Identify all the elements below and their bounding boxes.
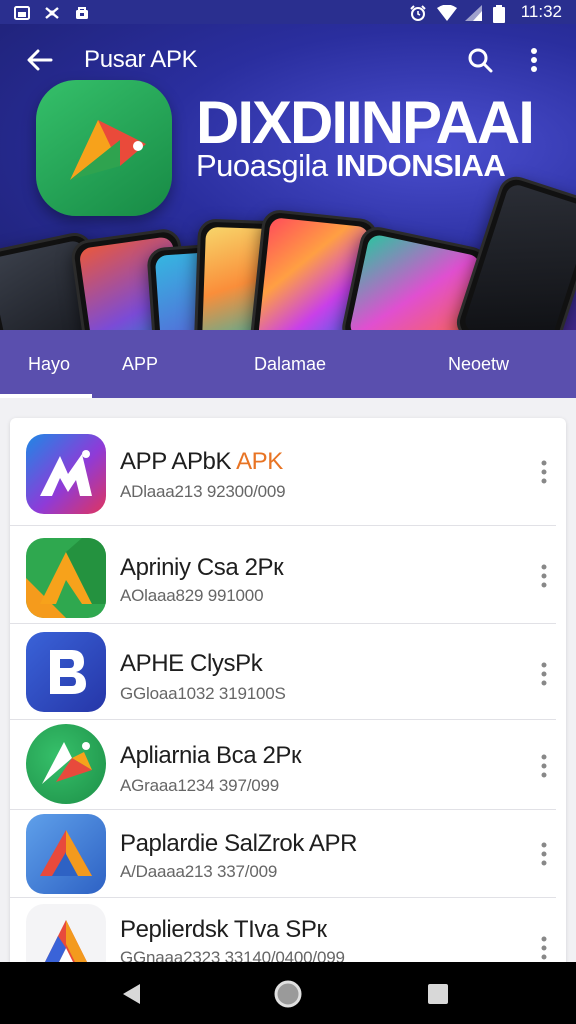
app-a-icon (26, 434, 106, 514)
bag-icon (74, 5, 90, 19)
tab-dalamae[interactable]: Dalamae (254, 330, 326, 398)
tab-hayo[interactable]: Hayo (28, 330, 70, 398)
more-vert-icon[interactable] (530, 556, 558, 596)
app-delta-icon (26, 814, 106, 894)
app-bar: Pusar APK (0, 24, 576, 96)
tab-neoetw[interactable]: Neoetw (448, 330, 509, 398)
tab-indicator (0, 394, 92, 398)
app-name: Paplardie SalZrok APR (120, 830, 358, 857)
app-title: Pusar APK (84, 46, 198, 73)
app-triangle-icon (26, 538, 106, 618)
wifi-icon (436, 4, 457, 21)
app-b-icon (26, 632, 106, 712)
status-right-icons: 11:32 (409, 2, 562, 23)
list-item[interactable]: Apliarnia Bca 2Pк AGraaa1234 397/099 (10, 720, 566, 810)
list-item[interactable]: APP APbK APK ADlaaa213 92300/009 (10, 418, 566, 526)
hero-subline-bold: INDONSIAA (335, 148, 506, 183)
hero-banner: Pusar APK DIXDIINPAAI Puoasgila INDONSIA… (0, 24, 576, 330)
app-meta: A/Daaaa213 337/009 (120, 862, 278, 881)
alarm-icon (409, 5, 426, 21)
tab-bar: Hayo APP Dalamae Neoetw (0, 330, 576, 398)
more-vert-icon[interactable] (530, 834, 558, 874)
settings-icon (44, 5, 60, 19)
more-vert-icon[interactable] (512, 38, 556, 82)
app-meta: ADlaaa213 92300/009 (120, 482, 286, 501)
tab-label: Dalamae (254, 353, 327, 374)
list-item[interactable]: Paplardie SalZrok APR A/Daaaa213 337/009 (10, 810, 566, 898)
status-bar: 11:32 (0, 0, 576, 24)
status-time: 11:32 (520, 2, 562, 21)
home-circle-icon[interactable] (266, 972, 310, 1016)
image-icon (14, 5, 30, 20)
back-arrow-icon[interactable] (20, 40, 60, 80)
more-vert-icon[interactable] (530, 654, 558, 694)
app-arrow-icon (26, 724, 106, 804)
hero-subline-prefix: Puoasgila (196, 148, 328, 183)
more-vert-icon[interactable] (530, 452, 558, 492)
app-list: APP APbK APK ADlaaa213 92300/009 Apriniy… (10, 418, 566, 978)
app-meta: AGraaa1234 397/099 (120, 776, 279, 795)
hero-headline: DIXDIINPAAI (196, 89, 535, 156)
list-item[interactable]: APHE ClysPk GGloaa1032 319100S (10, 624, 566, 720)
recents-square-icon[interactable] (416, 972, 460, 1016)
signal-icon (464, 5, 482, 21)
hero-subline: Puoasgila INDONSIAA (196, 148, 506, 184)
app-name-accent: APK (236, 448, 283, 475)
tab-app[interactable]: APP (122, 330, 158, 398)
search-icon[interactable] (458, 38, 502, 82)
app-name: APHE ClysPk (120, 650, 263, 677)
tab-label: Hayo (28, 353, 71, 374)
system-nav-bar (0, 962, 576, 1024)
tab-label: Neoetw (448, 353, 510, 374)
app-name: APP APbK APK (120, 448, 283, 476)
list-item[interactable]: Apriniy Csa 2Pк AOlaaa829 991000 (10, 526, 566, 624)
tab-label: APP (122, 353, 159, 374)
app-name-main: APP APbK (120, 448, 232, 475)
app-meta: GGloaa1032 319100S (120, 684, 286, 703)
hero-logo (36, 80, 172, 216)
app-name: Peplierdsk TIva SPк (120, 916, 327, 943)
app-name: Apliarnia Bca 2Pк (120, 742, 302, 769)
more-vert-icon[interactable] (530, 746, 558, 786)
back-triangle-icon[interactable] (110, 972, 154, 1016)
status-left-icons (14, 5, 90, 20)
app-meta: AOlaaa829 991000 (120, 586, 264, 605)
app-name: Apriniy Csa 2Pк (120, 554, 284, 581)
battery-icon (492, 5, 509, 23)
